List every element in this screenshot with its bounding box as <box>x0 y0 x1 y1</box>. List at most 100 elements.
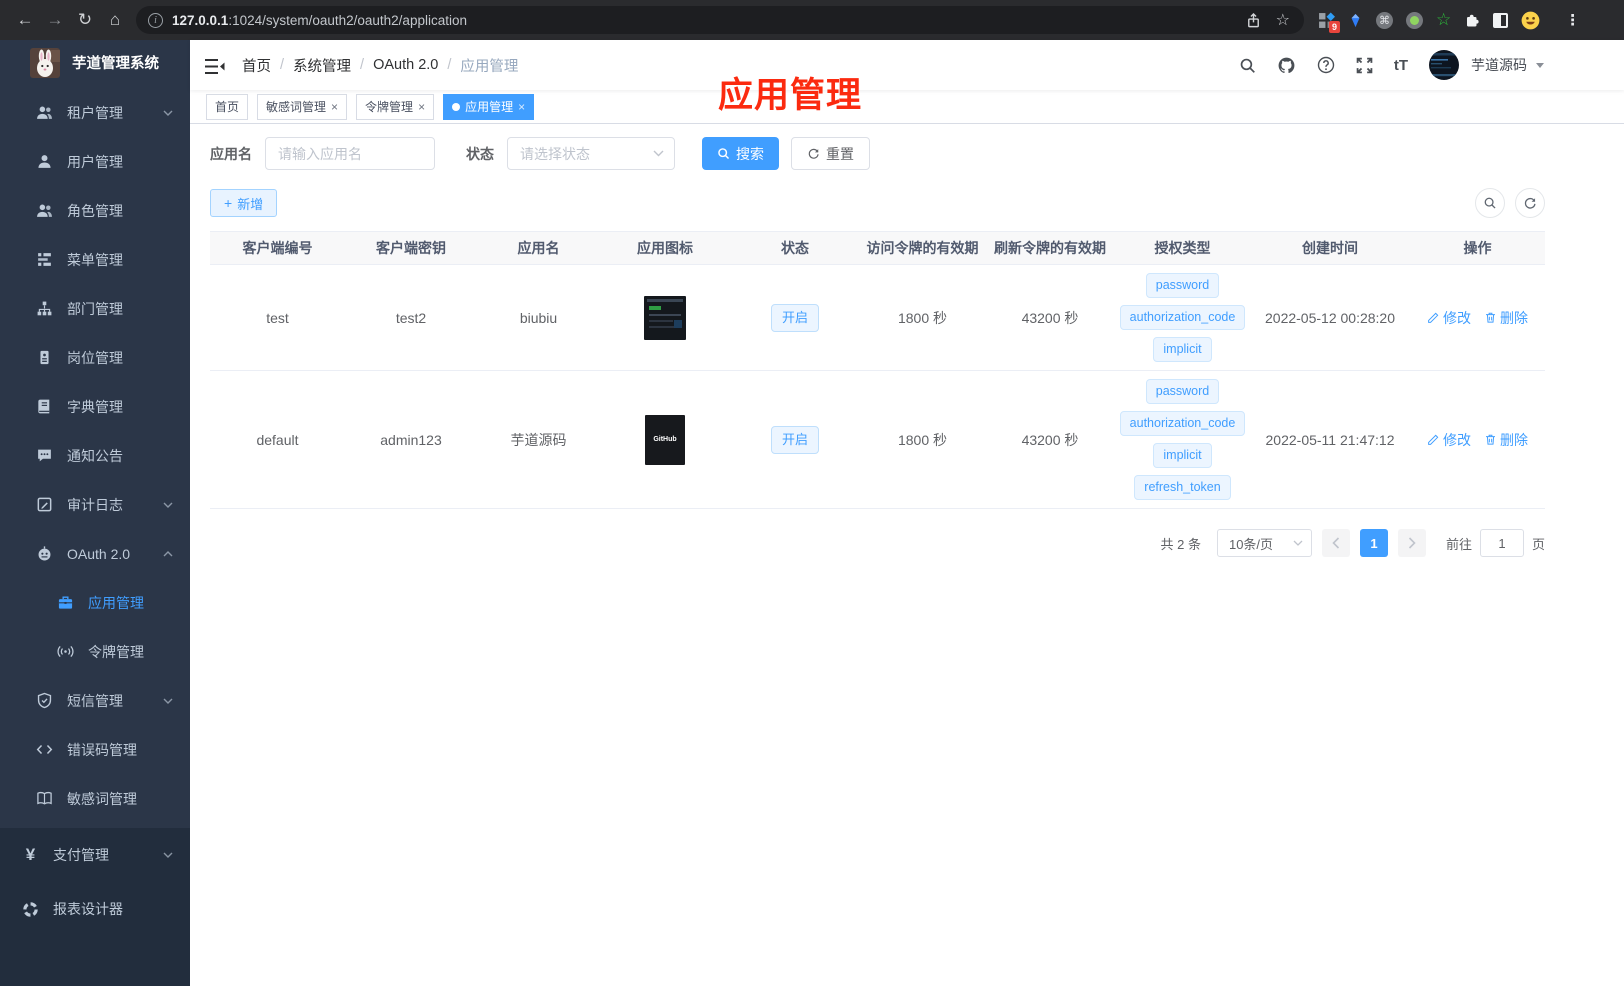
select-caret-icon <box>1293 540 1303 546</box>
sidebar-item-sensitive-word[interactable]: 敏感词管理 <box>0 774 190 823</box>
page-number-current[interactable]: 1 <box>1359 529 1388 557</box>
close-icon[interactable]: × <box>518 100 525 114</box>
sidebar-item-report-designer[interactable]: 报表设计器 <box>0 882 190 936</box>
breadcrumb-system[interactable]: 系统管理 <box>293 55 351 76</box>
close-icon[interactable]: × <box>418 100 425 114</box>
dictionary-icon <box>36 398 53 415</box>
extension-star-icon[interactable]: ☆ <box>1436 10 1451 30</box>
side-panel-icon[interactable] <box>1493 12 1509 28</box>
search-icon <box>1484 197 1496 209</box>
signal-icon <box>57 643 74 660</box>
next-page-button[interactable] <box>1397 529 1426 557</box>
chevron-down-icon <box>163 698 173 704</box>
sidebar-item-oauth-token[interactable]: 令牌管理 <box>0 627 190 676</box>
extension-recorder-icon[interactable] <box>1406 11 1423 29</box>
search-button[interactable]: 搜索 <box>702 137 779 170</box>
cell-status: 开启 <box>730 370 860 509</box>
sidebar-item-label: 敏感词管理 <box>67 790 137 807</box>
site-info-icon[interactable]: i <box>148 12 163 28</box>
font-size-icon[interactable]: tT <box>1394 57 1408 74</box>
tab-token[interactable]: 令牌管理 × <box>356 93 435 120</box>
extension-command-icon[interactable]: ⌘ <box>1376 11 1393 29</box>
browser-back-button[interactable]: ← <box>10 5 40 35</box>
sidebar-item-menu[interactable]: 菜单管理 <box>0 235 190 284</box>
sidebar-item-sms[interactable]: 短信管理 <box>0 676 190 725</box>
open-book-icon <box>36 790 53 807</box>
sidebar-item-label: 用户管理 <box>67 153 123 170</box>
browser-menu-icon[interactable]: ⋮ <box>1565 11 1581 29</box>
cell-grant-types: password authorization_code implicit <box>1115 264 1250 371</box>
extension-badge: 9 <box>1328 20 1340 33</box>
app-logo-row[interactable]: 芋道管理系统 <box>0 40 190 85</box>
add-button[interactable]: + 新增 <box>210 189 278 217</box>
sidebar-item-role[interactable]: 角色管理 <box>0 186 190 235</box>
search-icon[interactable] <box>1239 57 1256 74</box>
close-icon[interactable]: × <box>331 100 338 114</box>
user-avatar[interactable] <box>1429 50 1459 80</box>
chevron-left-icon <box>1332 537 1340 549</box>
sidebar-item-audit-log[interactable]: 审计日志 <box>0 480 190 529</box>
breadcrumb: 首页 / 系统管理 / OAuth 2.0 / 应用管理 <box>242 55 518 76</box>
goto-page-input[interactable] <box>1479 529 1524 557</box>
reset-button[interactable]: 重置 <box>791 137 870 170</box>
share-icon[interactable] <box>1245 12 1262 29</box>
delete-link[interactable]: 删除 <box>1484 308 1528 328</box>
sidebar-item-label: OAuth 2.0 <box>67 545 131 562</box>
delete-link[interactable]: 删除 <box>1484 430 1528 450</box>
sidebar-item-label: 令牌管理 <box>88 643 144 660</box>
bookmark-star-icon[interactable]: ☆ <box>1276 10 1290 30</box>
extensions-puzzle-icon[interactable] <box>1464 12 1480 28</box>
sidebar-item-notice[interactable]: 通知公告 <box>0 431 190 480</box>
browser-reload-button[interactable]: ↻ <box>70 5 100 35</box>
col-access-ttl: 访问令牌的有效期 <box>860 231 985 265</box>
breadcrumb-oauth[interactable]: OAuth 2.0 <box>373 57 438 73</box>
pagination: 共 2 条 10条/页 1 前往 页 <box>210 529 1545 557</box>
fullscreen-icon[interactable] <box>1356 57 1373 74</box>
page-size-select[interactable]: 10条/页 <box>1216 529 1312 557</box>
sidebar-menu-group: 租户管理 用户管理 角色管理 菜单管理 部门管理 岗位管理 字典管理 通知公告 … <box>0 85 190 828</box>
sidebar-item-dict[interactable]: 字典管理 <box>0 382 190 431</box>
profile-avatar-emoji[interactable] <box>1521 11 1540 30</box>
user-name[interactable]: 芋道源码 <box>1471 55 1527 75</box>
sidebar-item-post[interactable]: 岗位管理 <box>0 333 190 382</box>
refresh-table-button[interactable] <box>1515 188 1545 218</box>
sidebar-item-pay[interactable]: ¥ 支付管理 <box>0 828 190 882</box>
extension-tampermonkey-icon[interactable]: 9 <box>1318 12 1340 33</box>
sidebar-item-oauth[interactable]: OAuth 2.0 <box>0 529 190 578</box>
prev-page-button[interactable] <box>1321 529 1350 557</box>
sidebar-item-tenant[interactable]: 租户管理 <box>0 88 190 137</box>
github-icon[interactable] <box>1277 56 1296 75</box>
cell-client-id: default <box>210 370 345 509</box>
app-name-input[interactable] <box>265 137 435 170</box>
edit-link[interactable]: 修改 <box>1427 308 1471 328</box>
tab-sensitive-word[interactable]: 敏感词管理 × <box>257 93 348 120</box>
url-host: 127.0.0.1 <box>172 12 229 28</box>
goto-label: 前往 <box>1445 536 1472 552</box>
status-select[interactable]: 请选择状态 <box>507 137 675 170</box>
sidebar-item-oauth-application[interactable]: 应用管理 <box>0 578 190 627</box>
sidebar-collapse-icon[interactable] <box>205 58 225 75</box>
status-select-placeholder: 请选择状态 <box>520 145 590 162</box>
segmented-circle-icon <box>22 901 39 918</box>
browser-forward-button[interactable]: → <box>40 5 70 35</box>
grant-tag: authorization_code <box>1119 305 1246 330</box>
breadcrumb-home[interactable]: 首页 <box>242 55 271 76</box>
extension-gem-icon[interactable] <box>1348 12 1363 29</box>
tab-home[interactable]: 首页 <box>206 93 249 120</box>
browser-home-button[interactable]: ⌂ <box>100 5 130 35</box>
trash-icon <box>1486 312 1495 323</box>
table-row: default admin123 芋道源码 GitHub 开启 1800 秒 4… <box>210 370 1545 509</box>
top-navbar: 首页 / 系统管理 / OAuth 2.0 / 应用管理 tT 芋道源码 <box>190 40 1624 90</box>
help-icon[interactable] <box>1317 56 1335 74</box>
cell-created-at: 2022-05-11 21:47:12 <box>1250 370 1410 509</box>
edit-link[interactable]: 修改 <box>1427 430 1471 450</box>
user-menu-caret-icon[interactable] <box>1536 62 1544 72</box>
sidebar-item-user[interactable]: 用户管理 <box>0 137 190 186</box>
sidebar-item-dept[interactable]: 部门管理 <box>0 284 190 333</box>
toggle-search-button[interactable] <box>1475 188 1505 218</box>
tab-application[interactable]: 应用管理 × <box>443 93 535 120</box>
col-app-icon: 应用图标 <box>600 231 730 265</box>
sidebar-item-errcode[interactable]: 错误码管理 <box>0 725 190 774</box>
address-bar[interactable]: i 127.0.0.1:1024/system/oauth2/oauth2/ap… <box>136 6 1304 34</box>
refresh-icon <box>1524 197 1536 209</box>
